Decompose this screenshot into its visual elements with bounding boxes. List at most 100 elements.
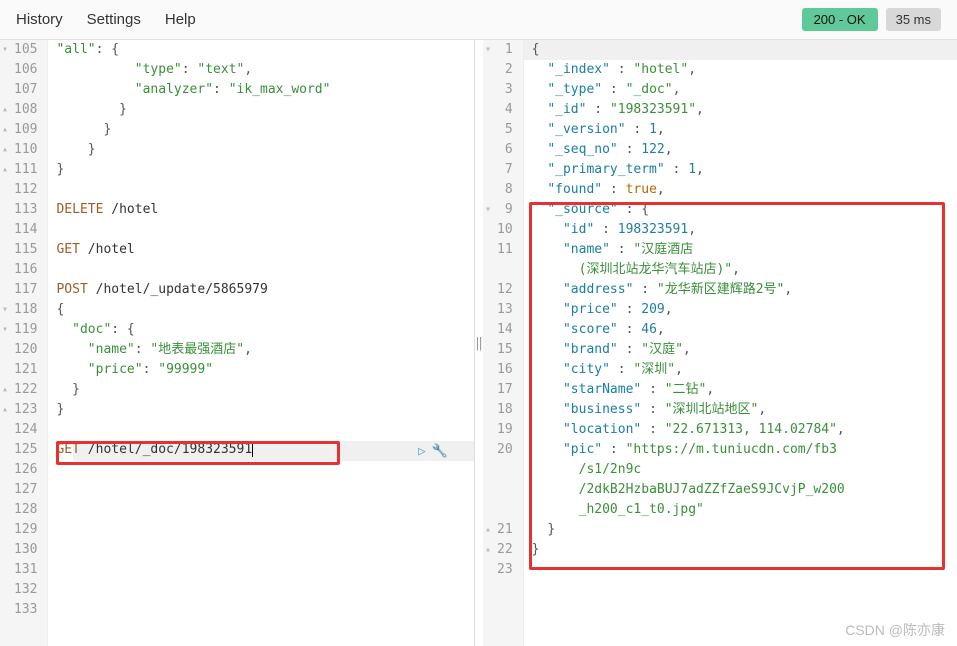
code-line[interactable]: "score" : 46, — [532, 320, 957, 340]
fold-icon[interactable]: ▴ — [2, 140, 8, 160]
code-line[interactable]: { — [532, 40, 957, 60]
line-number: 128 — [14, 500, 37, 520]
code-line[interactable]: } — [56, 380, 474, 400]
code-line[interactable]: "all": { — [56, 40, 474, 60]
code-line[interactable]: POST /hotel/_update/5865979 — [56, 280, 474, 300]
code-line[interactable] — [56, 500, 474, 520]
code-line[interactable]: "starName" : "二钻", — [532, 380, 957, 400]
code-line[interactable]: { — [56, 300, 474, 320]
fold-icon[interactable]: ▾ — [2, 320, 8, 340]
code-line[interactable]: } — [56, 120, 474, 140]
code-line[interactable] — [56, 600, 474, 620]
top-bar: History Settings Help 200 - OK 35 ms — [0, 0, 957, 40]
wrench-icon[interactable]: 🔧 — [432, 444, 448, 459]
code-line[interactable]: DELETE /hotel — [56, 200, 474, 220]
fold-icon[interactable]: ▴ — [485, 520, 491, 540]
line-number: 6 — [497, 140, 513, 160]
code-line[interactable]: "_version" : 1, — [532, 120, 957, 140]
code-line[interactable]: "price": "99999" — [56, 360, 474, 380]
code-line[interactable]: GET /hotel/_doc/198323591 — [56, 440, 474, 460]
menu-settings[interactable]: Settings — [87, 11, 141, 28]
code-line[interactable]: } — [56, 140, 474, 160]
line-number: 109▴ — [14, 120, 37, 140]
code-line[interactable]: "_index" : "hotel", — [532, 60, 957, 80]
fold-icon[interactable]: ▴ — [2, 120, 8, 140]
line-number: 108▴ — [14, 100, 37, 120]
code-line[interactable]: } — [532, 520, 957, 540]
line-number: 21▴ — [497, 520, 513, 540]
code-line[interactable]: } — [56, 100, 474, 120]
code-line[interactable] — [56, 580, 474, 600]
code-line[interactable]: "location" : "22.671313, 114.02784", — [532, 420, 957, 440]
line-number: 17 — [497, 380, 513, 400]
code-line[interactable] — [532, 560, 957, 580]
line-number — [497, 460, 513, 480]
line-number: 111▴ — [14, 160, 37, 180]
response-pane[interactable]: 1▾23456789▾101112131415161718192021▴22▴2… — [483, 40, 957, 646]
code-line[interactable]: "id" : 198323591, — [532, 220, 957, 240]
code-line[interactable]: "address" : "龙华新区建辉路2号", — [532, 280, 957, 300]
code-line[interactable] — [56, 480, 474, 500]
fold-icon[interactable]: ▾ — [2, 300, 8, 320]
line-number: 129 — [14, 520, 37, 540]
line-number: 133 — [14, 600, 37, 620]
pane-divider[interactable]: ‖ — [475, 40, 483, 646]
line-number: 124 — [14, 420, 37, 440]
code-line[interactable]: "city" : "深圳", — [532, 360, 957, 380]
code-line[interactable]: "price" : 209, — [532, 300, 957, 320]
fold-icon[interactable]: ▴ — [2, 400, 8, 420]
code-line[interactable]: "doc": { — [56, 320, 474, 340]
line-number — [497, 500, 513, 520]
code-line[interactable]: /s1/2n9c — [532, 460, 957, 480]
code-line[interactable] — [56, 180, 474, 200]
code-line[interactable] — [56, 220, 474, 240]
fold-icon[interactable]: ▴ — [2, 160, 8, 180]
code-line[interactable] — [56, 540, 474, 560]
code-line[interactable]: "name": "地表最强酒店", — [56, 340, 474, 360]
code-line[interactable]: } — [56, 400, 474, 420]
menu-history[interactable]: History — [16, 11, 63, 28]
line-number: 118▾ — [14, 300, 37, 320]
fold-icon[interactable]: ▴ — [2, 380, 8, 400]
line-number: 117 — [14, 280, 37, 300]
code-line[interactable]: "name" : "汉庭酒店 — [532, 240, 957, 260]
request-pane[interactable]: 105▾106107108▴109▴110▴111▴11211311411511… — [0, 40, 475, 646]
line-number: 115 — [14, 240, 37, 260]
code-line[interactable]: "analyzer": "ik_max_word" — [56, 80, 474, 100]
left-code[interactable]: "all": { "type": "text", "analyzer": "ik… — [48, 40, 474, 646]
line-number: 130 — [14, 540, 37, 560]
code-line[interactable]: _h200_c1_t0.jpg" — [532, 500, 957, 520]
code-line[interactable] — [56, 420, 474, 440]
line-number: 8 — [497, 180, 513, 200]
fold-icon[interactable]: ▾ — [485, 200, 491, 220]
line-number: 5 — [497, 120, 513, 140]
fold-icon[interactable]: ▴ — [2, 100, 8, 120]
fold-icon[interactable]: ▾ — [2, 40, 8, 60]
menu-help[interactable]: Help — [165, 11, 196, 28]
code-line[interactable]: "_id" : "198323591", — [532, 100, 957, 120]
code-line[interactable]: (深圳北站龙华汽车站店)", — [532, 260, 957, 280]
line-number: 114 — [14, 220, 37, 240]
code-line[interactable]: } — [532, 540, 957, 560]
code-line[interactable] — [56, 560, 474, 580]
code-line[interactable]: "found" : true, — [532, 180, 957, 200]
code-line[interactable]: "pic" : "https://m.tuniucdn.com/fb3 — [532, 440, 957, 460]
code-line[interactable] — [56, 520, 474, 540]
code-line[interactable]: "_type" : "_doc", — [532, 80, 957, 100]
code-line[interactable]: } — [56, 160, 474, 180]
code-line[interactable]: "_seq_no" : 122, — [532, 140, 957, 160]
code-line[interactable]: "_primary_term" : 1, — [532, 160, 957, 180]
code-line[interactable]: "_source" : { — [532, 200, 957, 220]
code-line[interactable] — [56, 260, 474, 280]
code-line[interactable] — [56, 460, 474, 480]
run-icon[interactable]: ▷ — [418, 444, 426, 459]
code-line[interactable]: "business" : "深圳北站地区", — [532, 400, 957, 420]
status-badge: 200 - OK — [802, 8, 878, 31]
fold-icon[interactable]: ▾ — [485, 40, 491, 60]
fold-icon[interactable]: ▴ — [485, 540, 491, 560]
line-number: 113 — [14, 200, 37, 220]
code-line[interactable]: "brand" : "汉庭", — [532, 340, 957, 360]
code-line[interactable]: "type": "text", — [56, 60, 474, 80]
code-line[interactable]: GET /hotel — [56, 240, 474, 260]
code-line[interactable]: /2dkB2HzbaBUJ7adZZfZaeS9JCvjP_w200 — [532, 480, 957, 500]
